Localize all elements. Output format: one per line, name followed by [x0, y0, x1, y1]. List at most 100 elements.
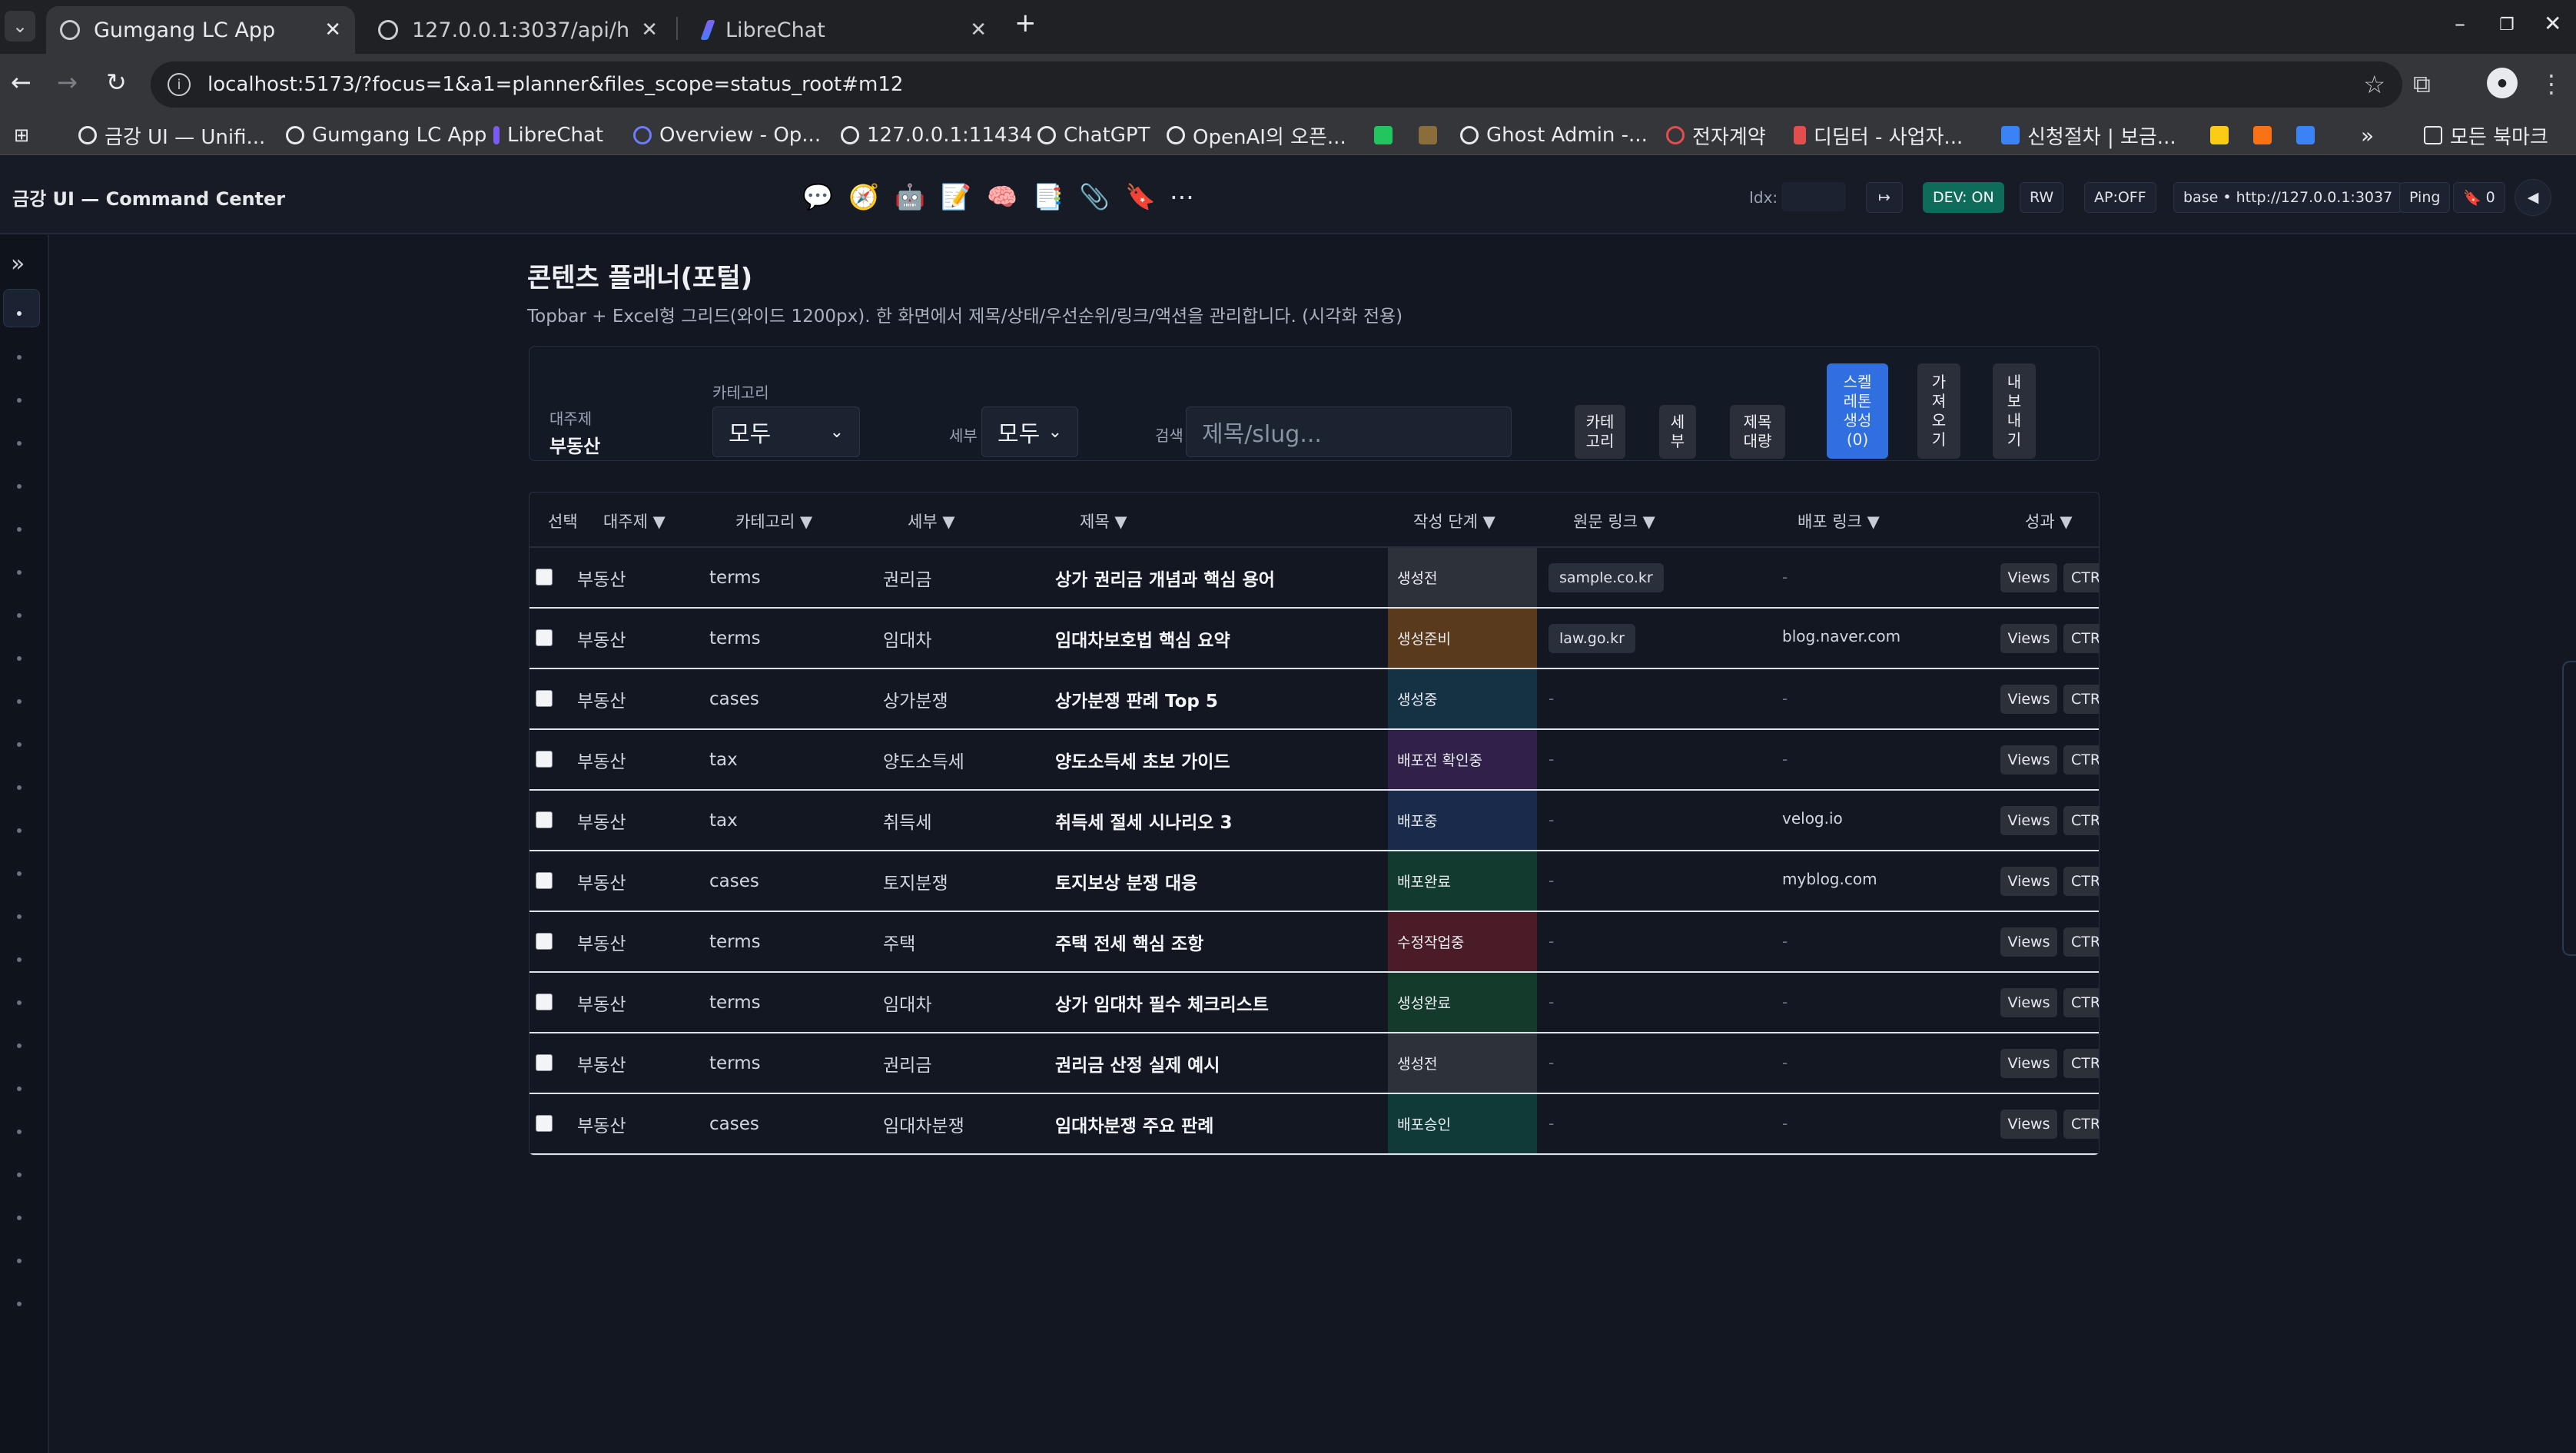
table-row[interactable]: 부동산 tax 취득세 취득세 절세 시나리오 3 배포중 - velog.io Views C…: [529, 791, 2099, 851]
close-window-icon[interactable]: ✕: [2544, 11, 2561, 36]
row-checkbox[interactable]: [536, 872, 553, 889]
col-category[interactable]: 카테고리 ▼: [735, 509, 812, 532]
publish-link[interactable]: velog.io: [1782, 809, 1843, 828]
ctr-button[interactable]: CTR: [2063, 624, 2099, 653]
rail-item[interactable]: [17, 914, 22, 919]
bookmark-item[interactable]: Gumgang LC App: [286, 121, 486, 149]
cell-stage[interactable]: 생성중: [1388, 669, 1537, 728]
table-row[interactable]: 부동산 cases 임대차분쟁 임대차분쟁 주요 판례 배포승인 - - Views CTR: [529, 1094, 2099, 1155]
idx-input[interactable]: [1781, 182, 1846, 211]
menu-kebab-icon[interactable]: ⋮: [2539, 69, 2564, 98]
site-info-icon[interactable]: i: [168, 73, 191, 96]
cell-stage[interactable]: 생성전: [1388, 1033, 1537, 1093]
category-select[interactable]: 모두 ⌄: [712, 406, 860, 457]
back-icon[interactable]: ←: [11, 68, 32, 97]
browser-tab-2[interactable]: 127.0.0.1:3037/api/healt ✕: [364, 6, 672, 54]
row-checkbox[interactable]: [536, 994, 553, 1010]
bookmark-item[interactable]: 디딤터 - 사업자...: [1794, 121, 1963, 149]
rail-item[interactable]: [17, 1086, 22, 1091]
views-button[interactable]: Views: [2000, 745, 2057, 775]
publish-link[interactable]: myblog.com: [1782, 870, 1877, 888]
views-button[interactable]: Views: [2000, 1049, 2057, 1078]
rail-item[interactable]: [17, 828, 22, 833]
cell-title[interactable]: 임대차분쟁 주요 판례: [1055, 1094, 1213, 1153]
rail-item[interactable]: [17, 1216, 22, 1220]
import-button[interactable]: 가 져 오 기: [1917, 363, 1960, 459]
row-checkbox[interactable]: [536, 1054, 553, 1071]
col-publish[interactable]: 배포 링크 ▼: [1798, 509, 1880, 532]
row-checkbox[interactable]: [536, 811, 553, 828]
rail-item[interactable]: [17, 1173, 22, 1177]
table-row[interactable]: 부동산 terms 임대차 임대차보호법 핵심 요약 생성준비 law.go.kr blog…: [529, 609, 2099, 669]
views-button[interactable]: Views: [2000, 806, 2057, 835]
cell-stage[interactable]: 배포승인: [1388, 1094, 1537, 1153]
table-row[interactable]: 부동산 cases 토지분쟁 토지보상 분쟁 대응 배포완료 - myblog.com Vie…: [529, 851, 2099, 912]
rail-item[interactable]: [17, 570, 22, 575]
ctr-button[interactable]: CTR: [2063, 1110, 2099, 1139]
row-checkbox[interactable]: [536, 569, 553, 586]
base-url-chip[interactable]: base • http://127.0.0.1:3037: [2173, 182, 2403, 213]
forward-icon[interactable]: →: [57, 68, 78, 97]
chat-icon[interactable]: 💬: [802, 182, 833, 211]
table-row[interactable]: 부동산 terms 권리금 권리금 산정 실제 예시 생성전 - - Views CTR: [529, 1033, 2099, 1094]
row-checkbox[interactable]: [536, 690, 553, 707]
bookmark-count-chip[interactable]: 🔖 0: [2453, 182, 2505, 213]
table-row[interactable]: 부동산 cases 상가분쟁 상가분쟁 판례 Top 5 생성중 - - Views CTR: [529, 669, 2099, 730]
all-bookmarks-folder[interactable]: 모든 북마크: [2424, 121, 2548, 149]
col-stage[interactable]: 작성 단계 ▼: [1413, 509, 1495, 532]
paperclip-icon[interactable]: 📎: [1079, 182, 1110, 211]
table-row[interactable]: 부동산 terms 권리금 상가 권리금 개념과 핵심 용어 생성전 sample.co.…: [529, 548, 2099, 609]
views-button[interactable]: Views: [2000, 867, 2057, 896]
tab-search-chevron-icon[interactable]: ⌄: [5, 11, 35, 41]
detail-select[interactable]: 모두 ⌄: [981, 406, 1078, 457]
swap-icon[interactable]: ↦: [1866, 182, 1903, 213]
cell-title[interactable]: 상가분쟁 판례 Top 5: [1055, 669, 1218, 728]
col-title[interactable]: 제목 ▼: [1080, 509, 1127, 532]
cell-stage[interactable]: 배포완료: [1388, 851, 1537, 911]
rail-item[interactable]: [17, 1259, 22, 1263]
bookmark-item[interactable]: 신청절차 | 보금...: [2001, 121, 2176, 149]
right-panel-handle[interactable]: [2562, 661, 2576, 956]
browser-tab-3[interactable]: LibreChat ✕: [684, 6, 1001, 54]
rail-item[interactable]: [17, 484, 22, 489]
col-topic[interactable]: 대주제 ▼: [603, 509, 666, 532]
apps-grid-icon[interactable]: ⊞: [14, 121, 29, 149]
rail-item[interactable]: [17, 1043, 22, 1048]
bookmark-item[interactable]: [2253, 121, 2279, 149]
rail-item[interactable]: [17, 441, 22, 446]
reload-icon[interactable]: ↻: [106, 68, 127, 97]
close-tab-icon[interactable]: ✕: [324, 18, 341, 41]
rail-item[interactable]: [17, 871, 22, 876]
close-tab-icon[interactable]: ✕: [641, 18, 658, 41]
publish-link[interactable]: blog.naver.com: [1782, 627, 1900, 645]
cell-title[interactable]: 상가 권리금 개념과 핵심 용어: [1055, 548, 1275, 607]
rail-item[interactable]: [17, 613, 22, 618]
document-icon[interactable]: 📑: [1033, 182, 1064, 211]
address-bar[interactable]: i localhost:5173/?focus=1&a1=planner&fil…: [151, 61, 2402, 108]
browser-tab-1[interactable]: Gumgang LC App ✕: [46, 6, 355, 54]
bookmark-item[interactable]: [1419, 121, 1445, 149]
cell-title[interactable]: 주택 전세 핵심 조항: [1055, 912, 1203, 971]
rail-item[interactable]: [17, 656, 22, 661]
cell-title[interactable]: 토지보상 분쟁 대응: [1055, 851, 1197, 911]
ctr-button[interactable]: CTR: [2063, 1049, 2099, 1078]
views-button[interactable]: Views: [2000, 1110, 2057, 1139]
ctr-button[interactable]: CTR: [2063, 927, 2099, 957]
minimize-icon[interactable]: –: [2455, 11, 2465, 36]
extensions-icon[interactable]: ⧉: [2413, 69, 2431, 99]
table-row[interactable]: 부동산 terms 주택 주택 전세 핵심 조항 수정작업중 - - Views CTR: [529, 912, 2099, 973]
views-button[interactable]: Views: [2000, 988, 2057, 1017]
close-tab-icon[interactable]: ✕: [970, 18, 987, 41]
views-button[interactable]: Views: [2000, 927, 2057, 957]
rail-item[interactable]: [17, 785, 22, 790]
cell-stage[interactable]: 생성준비: [1388, 609, 1537, 668]
views-button[interactable]: Views: [2000, 563, 2057, 592]
bookmark-item[interactable]: ChatGPT: [1037, 121, 1150, 149]
ctr-button[interactable]: CTR: [2063, 867, 2099, 896]
title-bulk-button[interactable]: 제목 대량: [1730, 405, 1785, 459]
cell-title[interactable]: 임대차보호법 핵심 요약: [1055, 609, 1230, 668]
cell-stage[interactable]: 생성완료: [1388, 973, 1537, 1032]
source-link-chip[interactable]: law.go.kr: [1549, 624, 1635, 653]
rail-item[interactable]: [17, 355, 22, 360]
bookmark-item[interactable]: 금강 UI — Unifi...: [78, 121, 265, 149]
